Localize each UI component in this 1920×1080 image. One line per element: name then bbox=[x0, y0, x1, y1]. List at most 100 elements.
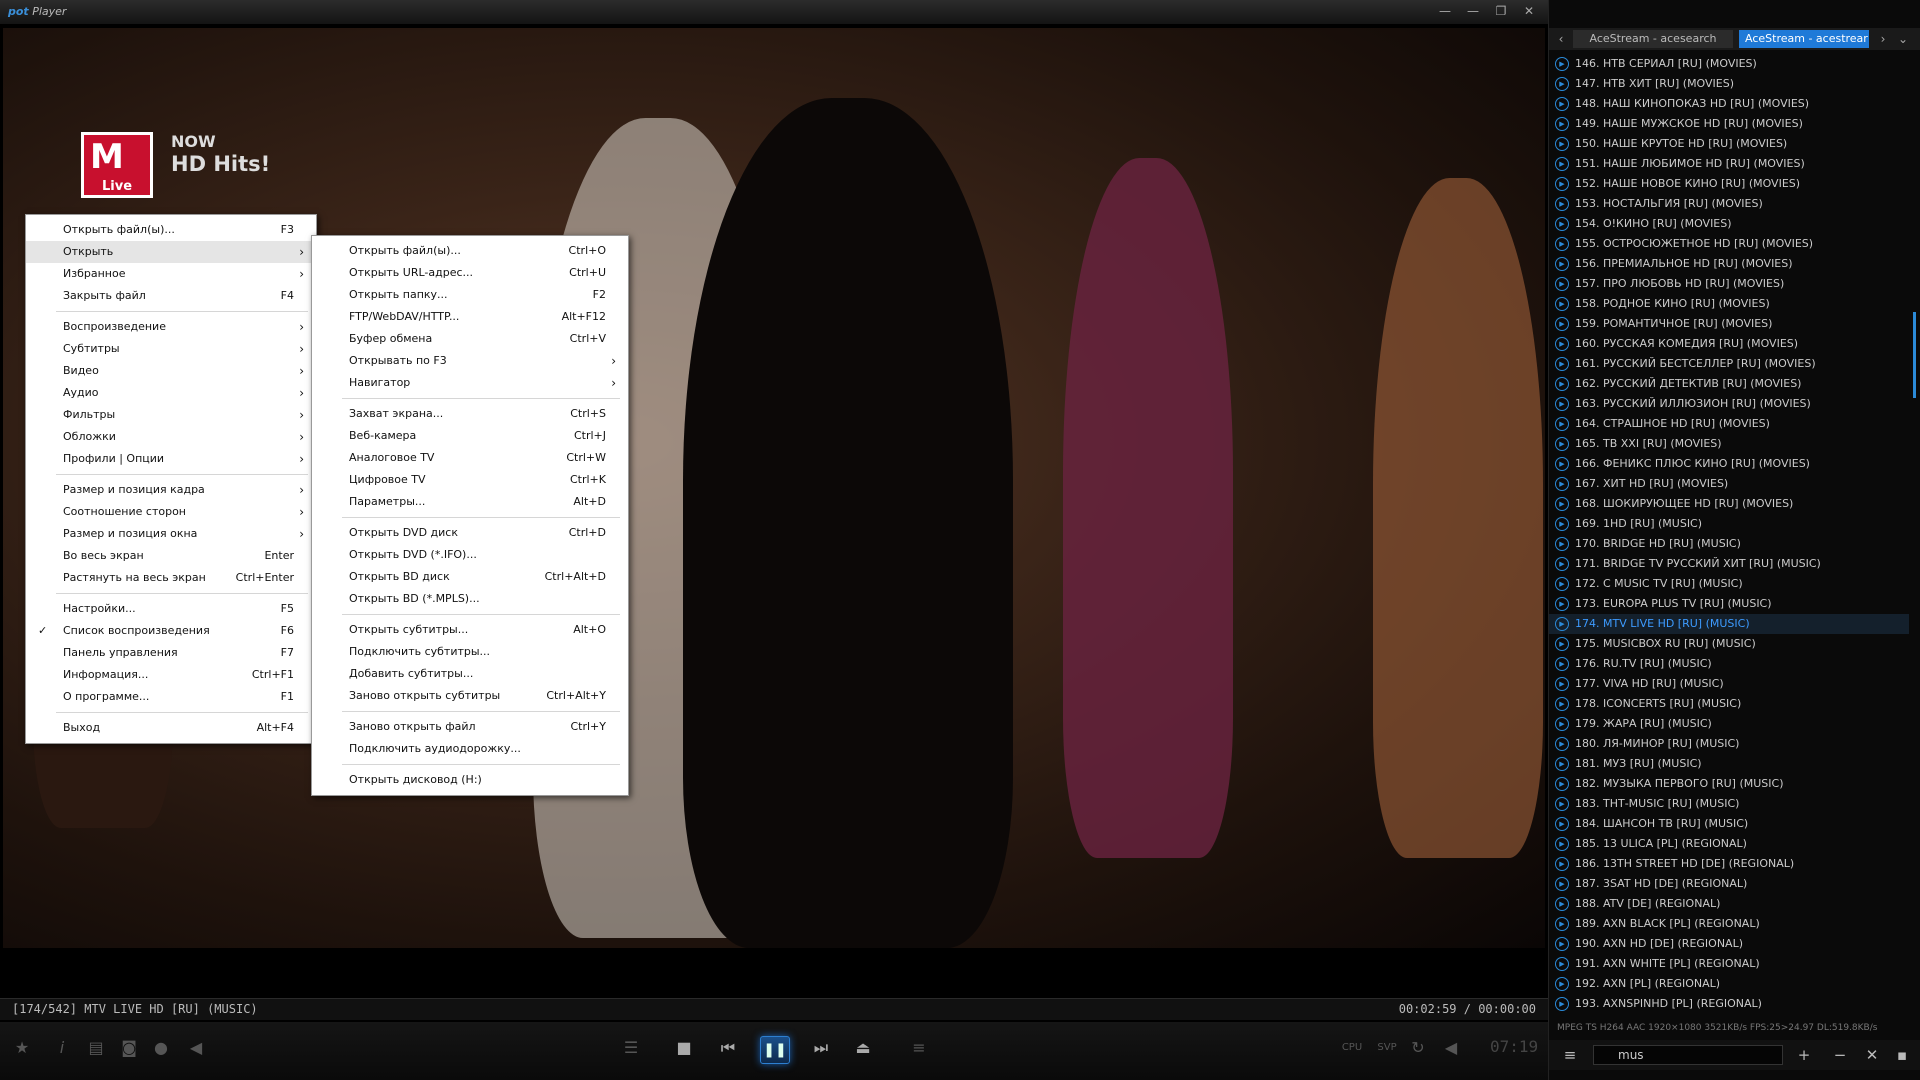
menu-item[interactable]: Цифровое TV Ctrl+K bbox=[312, 469, 628, 491]
options-icon[interactable]: ▪ bbox=[1891, 1045, 1913, 1065]
menu-item[interactable]: Субтитры › bbox=[26, 338, 316, 360]
tab-dropdown-icon[interactable]: ⌄ bbox=[1895, 30, 1911, 48]
clear-icon[interactable]: ✕ bbox=[1861, 1045, 1883, 1065]
menu-icon[interactable]: ≡ bbox=[908, 1036, 930, 1060]
playlist-item[interactable]: ▶ 167. ХИТ HD [RU] (MOVIES) bbox=[1549, 474, 1909, 494]
menu-item[interactable]: Профили | Опции › bbox=[26, 448, 316, 470]
menu-item[interactable]: Открыть файл(ы)... F3 bbox=[26, 219, 316, 241]
menu-item[interactable]: Параметры... Alt+D bbox=[312, 491, 628, 513]
favorite-star-icon[interactable]: ★ bbox=[12, 1036, 32, 1060]
repeat-icon[interactable]: ↻ bbox=[1407, 1036, 1429, 1060]
playlist-item[interactable]: ▶ 181. МУЗ [RU] (MUSIC) bbox=[1549, 754, 1909, 774]
playlist-item[interactable]: ▶ 192. AXN [PL] (REGIONAL) bbox=[1549, 974, 1909, 994]
menu-item[interactable]: Подключить аудиодорожку... bbox=[312, 738, 628, 760]
playlist-item[interactable]: ▶ 172. C MUSIC TV [RU] (MUSIC) bbox=[1549, 574, 1909, 594]
playlist-item[interactable]: ▶ 178. ICONCERTS [RU] (MUSIC) bbox=[1549, 694, 1909, 714]
playlist-item[interactable]: ▶ 173. EUROPA PLUS TV [RU] (MUSIC) bbox=[1549, 594, 1909, 614]
menu-item[interactable]: Фильтры › bbox=[26, 404, 316, 426]
menu-item[interactable]: Открывать по F3 › bbox=[312, 350, 628, 372]
menu-item[interactable]: FTP/WebDAV/HTTP... Alt+F12 bbox=[312, 306, 628, 328]
menu-item[interactable]: Захват экрана... Ctrl+S bbox=[312, 403, 628, 425]
close-button[interactable]: ✕ bbox=[1518, 2, 1540, 20]
remove-icon[interactable]: − bbox=[1829, 1045, 1851, 1065]
playlist-item[interactable]: ▶ 166. ФЕНИКС ПЛЮС КИНО [RU] (MOVIES) bbox=[1549, 454, 1909, 474]
playlist-item[interactable]: ▶ 183. ТНТ-MUSIC [RU] (MUSIC) bbox=[1549, 794, 1909, 814]
volume-icon[interactable]: ◀ bbox=[1440, 1036, 1462, 1060]
menu-item[interactable]: Видео › bbox=[26, 360, 316, 382]
playlist-item[interactable]: ▶ 193. AXNSPINHD [PL] (REGIONAL) bbox=[1549, 994, 1909, 1014]
menu-item[interactable]: Открыть файл(ы)... Ctrl+O bbox=[312, 240, 628, 262]
playlist-item[interactable]: ▶ 146. НТВ СЕРИАЛ [RU] (MOVIES) bbox=[1549, 54, 1909, 74]
playlist-item[interactable]: ▶ 182. МУЗЫКА ПЕРВОГО [RU] (MUSIC) bbox=[1549, 774, 1909, 794]
pause-button[interactable]: ❚❚ bbox=[760, 1036, 790, 1064]
tab-acesearch[interactable]: AceStream - acesearch bbox=[1573, 30, 1733, 48]
playlist-item[interactable]: ▶ 186. 13TH STREET HD [DE] (REGIONAL) bbox=[1549, 854, 1909, 874]
menu-item[interactable]: Открыть URL-адрес... Ctrl+U bbox=[312, 262, 628, 284]
menu-item[interactable]: Аудио › bbox=[26, 382, 316, 404]
playlist-panel-icon[interactable]: ▤ bbox=[86, 1036, 106, 1060]
cpu-indicator[interactable]: CPU bbox=[1336, 1036, 1368, 1060]
playlist-item[interactable]: ▶ 190. AXN HD [DE] (REGIONAL) bbox=[1549, 934, 1909, 954]
previous-button[interactable]: ⏮ bbox=[715, 1036, 741, 1060]
menu-item[interactable]: ✓ Список воспроизведения F6 bbox=[26, 620, 316, 642]
playlist-item[interactable]: ▶ 151. НАШЕ ЛЮБИМОЕ HD [RU] (MOVIES) bbox=[1549, 154, 1909, 174]
menu-item[interactable]: Открыть папку... F2 bbox=[312, 284, 628, 306]
tab-acestream[interactable]: AceStream - acestrear bbox=[1739, 30, 1869, 48]
menu-item[interactable]: Заново открыть субтитры Ctrl+Alt+Y bbox=[312, 685, 628, 707]
menu-item[interactable]: Панель управления F7 bbox=[26, 642, 316, 664]
playlist-item[interactable]: ▶ 157. ПРО ЛЮБОВЬ HD [RU] (MOVIES) bbox=[1549, 274, 1909, 294]
playlist-item[interactable]: ▶ 162. РУССКИЙ ДЕТЕКТИВ [RU] (MOVIES) bbox=[1549, 374, 1909, 394]
playlist-item[interactable]: ▶ 152. НАШЕ НОВОЕ КИНО [RU] (MOVIES) bbox=[1549, 174, 1909, 194]
playlist-item[interactable]: ▶ 188. ATV [DE] (REGIONAL) bbox=[1549, 894, 1909, 914]
menu-item[interactable]: Открыть › bbox=[26, 241, 316, 263]
playlist-item[interactable]: ▶ 159. РОМАНТИЧНОЕ [RU] (MOVIES) bbox=[1549, 314, 1909, 334]
menu-item[interactable]: Обложки › bbox=[26, 426, 316, 448]
menu-item[interactable]: Открыть субтитры... Alt+O bbox=[312, 619, 628, 641]
menu-item[interactable]: Во весь экран Enter bbox=[26, 545, 316, 567]
playlist-item[interactable]: ▶ 155. ОСТРОСЮЖЕТНОЕ HD [RU] (MOVIES) bbox=[1549, 234, 1909, 254]
svp-indicator[interactable]: SVP bbox=[1372, 1036, 1402, 1060]
speaker-icon[interactable]: ◀ bbox=[186, 1036, 206, 1060]
playlist-item[interactable]: ▶ 160. РУССКАЯ КОМЕДИЯ [RU] (MOVIES) bbox=[1549, 334, 1909, 354]
playlist-menu-icon[interactable]: ≡ bbox=[1559, 1045, 1581, 1065]
menu-item[interactable]: Выход Alt+F4 bbox=[26, 717, 316, 739]
menu-item[interactable]: Подключить субтитры... bbox=[312, 641, 628, 663]
playlist-search-input[interactable] bbox=[1593, 1045, 1783, 1065]
add-icon[interactable]: + bbox=[1793, 1045, 1815, 1065]
minimize-button[interactable]: — bbox=[1462, 2, 1484, 20]
menu-item[interactable]: Настройки... F5 bbox=[26, 598, 316, 620]
playlist-item[interactable]: ▶ 187. 3SAT HD [DE] (REGIONAL) bbox=[1549, 874, 1909, 894]
playlist-item[interactable]: ▶ 163. РУССКИЙ ИЛЛЮЗИОН [RU] (MOVIES) bbox=[1549, 394, 1909, 414]
playlist-item[interactable]: ▶ 168. ШОКИРУЮЩЕЕ HD [RU] (MOVIES) bbox=[1549, 494, 1909, 514]
playlist-item[interactable]: ▶ 175. MUSICBOX RU [RU] (MUSIC) bbox=[1549, 634, 1909, 654]
menu-item[interactable]: Размер и позиция кадра › bbox=[26, 479, 316, 501]
playlist-item[interactable]: ▶ 185. 13 ULICA [PL] (REGIONAL) bbox=[1549, 834, 1909, 854]
playlist-item[interactable]: ▶ 177. VIVA HD [RU] (MUSIC) bbox=[1549, 674, 1909, 694]
title-bar[interactable]: pot Player — — ❐ ✕ bbox=[0, 0, 1548, 24]
playlist-item[interactable]: ▶ 156. ПРЕМИАЛЬНОЕ HD [RU] (MOVIES) bbox=[1549, 254, 1909, 274]
playlist-item[interactable]: ▶ 153. НОСТАЛЬГИЯ [RU] (MOVIES) bbox=[1549, 194, 1909, 214]
menu-item[interactable]: Добавить субтитры... bbox=[312, 663, 628, 685]
playlist-item[interactable]: ▶ 180. ЛЯ-МИНОР [RU] (MUSIC) bbox=[1549, 734, 1909, 754]
menu-item[interactable]: Аналоговое TV Ctrl+W bbox=[312, 447, 628, 469]
playlist-item[interactable]: ▶ 184. ШАНСОН ТВ [RU] (MUSIC) bbox=[1549, 814, 1909, 834]
playlist-item[interactable]: ▶ 161. РУССКИЙ БЕСТСЕЛЛЕР [RU] (MOVIES) bbox=[1549, 354, 1909, 374]
playlist-item[interactable]: ▶ 154. О!КИНО [RU] (MOVIES) bbox=[1549, 214, 1909, 234]
next-button[interactable]: ⏭ bbox=[808, 1036, 834, 1060]
playlist-item[interactable]: ▶ 176. RU.TV [RU] (MUSIC) bbox=[1549, 654, 1909, 674]
playlist-item[interactable]: ▶ 158. РОДНОЕ КИНО [RU] (MOVIES) bbox=[1549, 294, 1909, 314]
menu-item[interactable]: Открыть DVD (*.IFO)... bbox=[312, 544, 628, 566]
subtitle-bubble-icon[interactable]: ● bbox=[150, 1036, 172, 1060]
pin-icon[interactable]: — bbox=[1434, 2, 1456, 20]
menu-item[interactable]: Открыть DVD диск Ctrl+D bbox=[312, 522, 628, 544]
tab-prev-icon[interactable]: ‹ bbox=[1553, 30, 1569, 48]
playlist-item[interactable]: ▶ 179. ЖАРА [RU] (MUSIC) bbox=[1549, 714, 1909, 734]
playlist-item[interactable]: ▶ 149. НАШЕ МУЖСКОЕ HD [RU] (MOVIES) bbox=[1549, 114, 1909, 134]
tab-next-icon[interactable]: › bbox=[1875, 30, 1891, 48]
eject-button[interactable]: ⏏ bbox=[852, 1036, 874, 1060]
stop-button[interactable]: ■ bbox=[673, 1036, 695, 1060]
menu-item[interactable]: Открыть BD диск Ctrl+Alt+D bbox=[312, 566, 628, 588]
menu-item[interactable]: Размер и позиция окна › bbox=[26, 523, 316, 545]
menu-item[interactable]: Навигатор › bbox=[312, 372, 628, 394]
playlist-item[interactable]: ▶ 170. BRIDGE HD [RU] (MUSIC) bbox=[1549, 534, 1909, 554]
